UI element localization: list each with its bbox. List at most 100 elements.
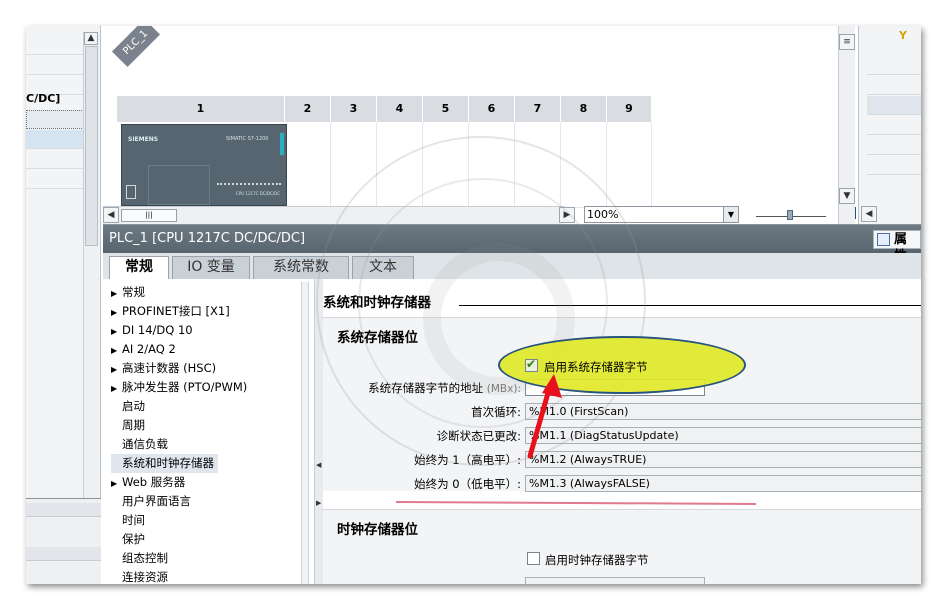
device-tag[interactable]: PLC_1	[111, 26, 161, 68]
cpu-io-icon	[126, 185, 136, 199]
expand-arrow-icon[interactable]: ▶	[111, 474, 122, 493]
tab-texts[interactable]: 文本	[352, 256, 414, 279]
tree-row[interactable]	[26, 36, 86, 55]
cpu-cover	[148, 165, 210, 205]
tree-scrollbar[interactable]	[301, 282, 309, 584]
tree-item-pto-pwm[interactable]: ▶ 脉冲发生器 (PTO/PWM)	[111, 378, 247, 397]
tree-item-ui-language[interactable]: 用户界面语言	[111, 492, 191, 511]
menu-icon[interactable]: ≡	[839, 34, 855, 50]
tree-item-label: 通信负载	[122, 437, 168, 451]
vertical-scrollbar[interactable]: ▲	[83, 32, 99, 498]
tree-row[interactable]	[26, 130, 86, 149]
splitter[interactable]: ◀ ▶	[315, 279, 323, 584]
tree-item-connection-resources[interactable]: 连接资源	[111, 568, 168, 584]
filter-icon[interactable]: Y	[899, 29, 907, 42]
slot-header[interactable]: 1	[117, 96, 285, 122]
scroll-left-icon[interactable]: ◀	[103, 207, 119, 223]
slot[interactable]	[607, 122, 652, 208]
expand-arrow-icon[interactable]: ▶	[111, 341, 122, 360]
cpu-module-image[interactable]: SIEMENS SIMATIC S7-1200 CPU 1217C DC/DC/…	[121, 124, 287, 206]
list-row[interactable]	[867, 116, 921, 135]
expand-right-icon[interactable]: ▶	[316, 499, 321, 507]
system-memory-heading: 系统存储器位	[337, 330, 418, 346]
tab-general[interactable]: 常规	[109, 256, 169, 280]
slot-header[interactable]: 8	[561, 96, 607, 122]
properties-content: 系统和时钟存储器 系统存储器位 系统存储器字节的地址 (MBx): 首次循环: …	[323, 279, 921, 584]
section-title: 系统和时钟存储器	[323, 295, 431, 311]
tree-item-di-dq[interactable]: ▶ DI 14/DQ 10	[111, 321, 193, 340]
always-true-label: 始终为 1（高电平）:	[414, 453, 521, 467]
list-row[interactable]	[867, 136, 921, 155]
slot-header[interactable]: 5	[423, 96, 469, 122]
slot[interactable]	[331, 122, 377, 208]
tree-row[interactable]	[26, 170, 86, 189]
slot-header[interactable]: 9	[607, 96, 652, 122]
horizontal-scrollbar[interactable]: ◀ ||| ▶	[103, 206, 575, 224]
clock-memory-address-input[interactable]	[525, 577, 705, 584]
scroll-thumb[interactable]	[85, 46, 98, 246]
zoom-select[interactable]: 100% ▼	[584, 206, 739, 223]
tree-item-comm-load[interactable]: 通信负载	[111, 435, 168, 454]
slot[interactable]	[515, 122, 561, 208]
collapse-left-icon[interactable]: ◀	[316, 461, 321, 469]
tree-row[interactable]	[26, 56, 86, 75]
slot[interactable]	[285, 122, 331, 208]
slot-header[interactable]: 3	[331, 96, 377, 122]
tree-item-label: 系统和时钟存储器	[122, 456, 214, 470]
slot[interactable]	[469, 122, 515, 208]
properties-button[interactable]: 属性	[873, 230, 921, 264]
tree-row-text: C/DC]	[26, 92, 61, 105]
slot[interactable]	[377, 122, 423, 208]
scroll-right-icon[interactable]: ▶	[559, 207, 575, 223]
slot-header[interactable]: 6	[469, 96, 515, 122]
always-false-field: %M1.3 (AlwaysFALSE)	[525, 475, 921, 492]
tree-item-time[interactable]: 时间	[111, 511, 145, 530]
tree-item-hsc[interactable]: ▶ 高速计数器 (HSC)	[111, 359, 216, 378]
scroll-down-icon[interactable]: ▼	[839, 188, 855, 204]
slot-header[interactable]: 7	[515, 96, 561, 122]
tab-system-constants[interactable]: 系统常数	[253, 256, 349, 279]
zoom-slider-knob[interactable]	[787, 210, 793, 220]
tree-row-selected[interactable]	[26, 110, 86, 129]
tab-io-tags[interactable]: IO 变量	[172, 256, 250, 279]
slot-header[interactable]: 4	[377, 96, 423, 122]
list-row[interactable]	[867, 96, 921, 115]
expand-arrow-icon[interactable]: ▶	[111, 379, 122, 398]
clock-memory-heading: 时钟存储器位	[337, 522, 418, 538]
cpu-leds	[217, 183, 281, 186]
chevron-down-icon[interactable]: ▼	[723, 207, 738, 222]
always-false-label: 始终为 0（低电平）:	[414, 477, 521, 491]
tree-item-web-server[interactable]: ▶ Web 服务器	[111, 473, 185, 492]
zoom-slider[interactable]	[756, 210, 826, 220]
slot[interactable]	[561, 122, 607, 208]
list-row[interactable]	[867, 76, 921, 95]
tree-item-ai-aq[interactable]: ▶ AI 2/AQ 2	[111, 340, 176, 359]
expand-arrow-icon[interactable]: ▶	[111, 360, 122, 379]
scroll-left-icon[interactable]: ◀	[861, 206, 877, 222]
expand-arrow-icon[interactable]: ▶	[111, 284, 122, 303]
slot[interactable]	[423, 122, 469, 208]
enable-system-memory-checkbox[interactable]	[525, 357, 538, 372]
list-row[interactable]	[867, 56, 921, 75]
diag-status-field: %M1.1 (DiagStatusUpdate)	[525, 427, 921, 444]
expand-arrow-icon[interactable]: ▶	[111, 322, 122, 341]
properties-icon	[877, 233, 890, 246]
tree-item-config-control[interactable]: 组态控制	[111, 549, 168, 568]
tree-item-label: 保护	[122, 532, 145, 546]
enable-clock-memory-checkbox[interactable]	[527, 552, 540, 565]
vertical-scrollbar[interactable]: ≡ ▼	[838, 26, 855, 224]
tree-row[interactable]	[26, 150, 86, 169]
project-tree-panel: C/DC] ▲	[26, 26, 101, 584]
expand-arrow-icon[interactable]: ▶	[111, 303, 122, 322]
tree-item-profinet[interactable]: ▶ PROFINET接口 [X1]	[111, 302, 230, 321]
list-row[interactable]	[867, 156, 921, 175]
tree-item-system-clock-memory[interactable]: 系统和时钟存储器	[111, 454, 218, 473]
scroll-thumb[interactable]: |||	[121, 209, 177, 222]
slot-header[interactable]: 2	[285, 96, 331, 122]
tree-item-label: 连接资源	[122, 570, 168, 584]
tree-item-protection[interactable]: 保护	[111, 530, 145, 549]
scroll-up-icon[interactable]: ▲	[84, 32, 98, 45]
tree-item-startup[interactable]: 启动	[111, 397, 145, 416]
tree-item-cycle[interactable]: 周期	[111, 416, 145, 435]
tree-item-general[interactable]: ▶ 常规	[111, 283, 145, 302]
